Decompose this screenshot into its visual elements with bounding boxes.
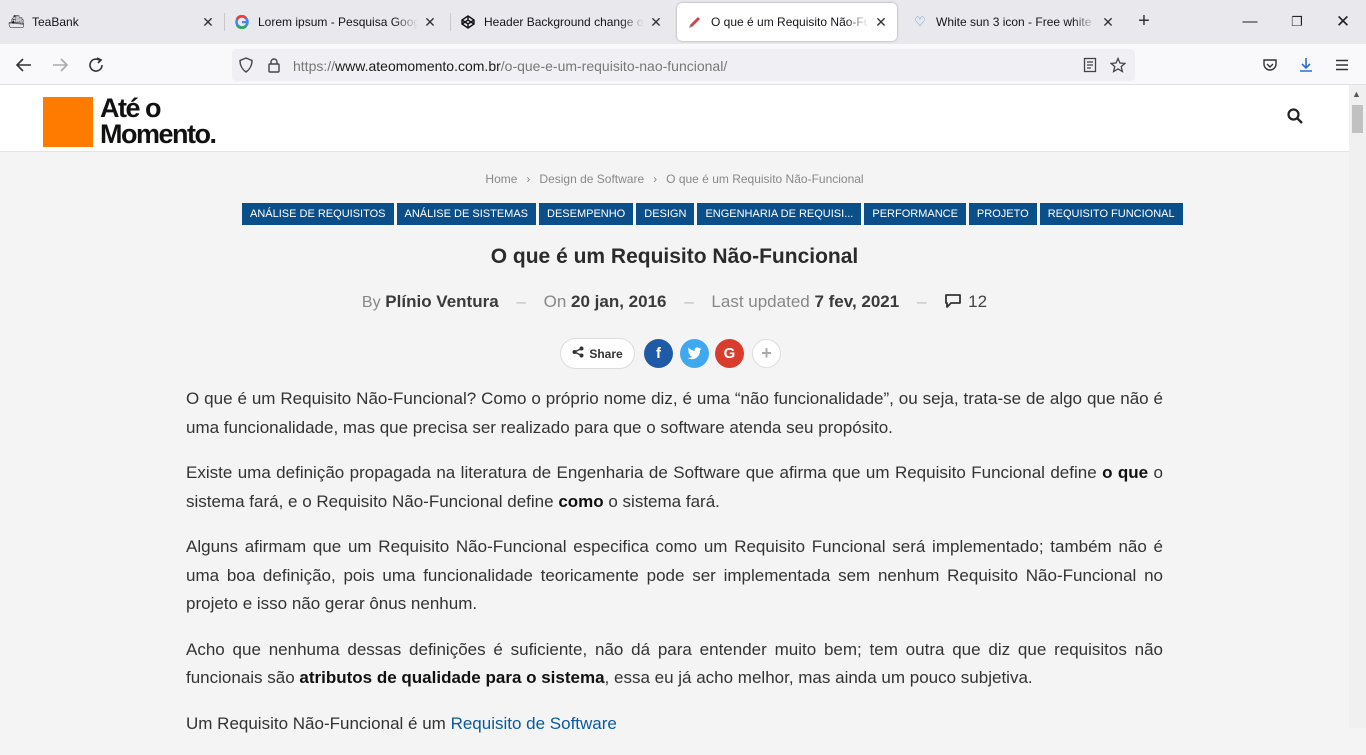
minimize-icon[interactable]: — (1240, 12, 1260, 32)
chevron-right-icon: › (653, 172, 658, 186)
paragraph: Um Requisito Não-Funcional é um Requisit… (186, 710, 1163, 739)
chevron-right-icon: › (526, 172, 531, 186)
window-close-icon[interactable]: ✕ (1333, 12, 1353, 32)
tab-title: O que é um Requisito Não-Func (711, 15, 869, 29)
site-header: Até o Momento. (0, 85, 1349, 152)
breadcrumb: Home › Design de Software › O que é um Requi… (0, 172, 1349, 186)
category-tags: ANÁLISE DE REQUISITOS ANÁLISE DE SISTEMA… (242, 203, 1183, 225)
updated-date: 7 fev, 2021 (814, 292, 900, 311)
paragraph: Alguns afirmam que um Requisito Não-Func… (186, 537, 1163, 613)
google-plus-icon[interactable]: G (715, 339, 744, 368)
tab-title: Lorem ipsum - Pesquisa Google (258, 15, 418, 29)
pocket-icon[interactable] (1258, 53, 1282, 77)
bookmark-star-icon[interactable] (1109, 56, 1127, 73)
google-icon (234, 14, 250, 30)
tab-active-article[interactable]: O que é um Requisito Não-Func ✕ (677, 3, 897, 41)
tab-white-sun-icon[interactable]: ♡ White sun 3 icon - Free white su ✕ (912, 0, 1116, 44)
forward-icon[interactable] (48, 53, 72, 77)
tab-title: Header Background change on (484, 15, 644, 29)
tab-title: White sun 3 icon - Free white su (936, 15, 1096, 29)
close-icon[interactable]: ✕ (200, 14, 216, 30)
category-tag[interactable]: PROJETO (968, 203, 1037, 225)
url-text[interactable]: https://www.ateomomento.com.br/o-que-e-u… (293, 58, 727, 74)
page-title: O que é um Requisito Não-Funcional (490, 245, 859, 268)
more-share-icon[interactable]: + (752, 339, 781, 368)
logo-mark[interactable] (43, 97, 93, 147)
scroll-up-icon[interactable]: ▲ (1352, 89, 1361, 99)
tab-google-search[interactable]: Lorem ipsum - Pesquisa Google ✕ (234, 0, 438, 44)
category-tag[interactable]: ENGENHARIA DE REQUISI... (697, 203, 862, 225)
restore-icon[interactable]: ❐ (1287, 12, 1307, 32)
site-icon (687, 14, 703, 30)
facebook-icon[interactable]: f (644, 339, 673, 368)
close-icon[interactable]: ✕ (1100, 14, 1116, 30)
reader-view-icon[interactable] (1082, 57, 1098, 73)
author-link[interactable]: Plínio Ventura (385, 292, 498, 311)
updated-label: Last updated (711, 292, 810, 311)
page-scrollbar[interactable]: ▲ (1349, 85, 1366, 728)
category-tag[interactable]: ANÁLISE DE SISTEMAS (396, 203, 536, 225)
url-scheme: https:// (293, 58, 336, 74)
logo-line2: Momento. (100, 119, 217, 149)
breadcrumb-category[interactable]: Design de Software (539, 172, 644, 186)
by-label: By (361, 294, 381, 311)
tab-bar: ⛴ TeaBank ✕ Lorem ipsum - Pesquisa Googl… (0, 0, 1366, 44)
text-run: Um Requisito Não-Funcional é um (186, 713, 451, 733)
share-icon (572, 346, 584, 361)
codepen-icon (460, 14, 476, 30)
new-tab-button[interactable]: + (1134, 11, 1154, 32)
back-icon[interactable] (12, 53, 36, 77)
text-bold: como (558, 491, 604, 511)
downloads-icon[interactable] (1294, 53, 1318, 77)
category-tag[interactable]: REQUISITO FUNCIONAL (1039, 203, 1183, 225)
close-icon[interactable]: ✕ (422, 14, 438, 30)
share-button[interactable]: Share (560, 338, 635, 369)
category-tag[interactable]: DESIGN (636, 203, 695, 225)
breadcrumb-home[interactable]: Home (485, 172, 517, 186)
url-host: www.ateomomento.com.br (335, 58, 501, 74)
software-requirement-link[interactable]: Requisito de Software (451, 714, 617, 733)
comments-count[interactable]: 12 (968, 292, 987, 311)
scrollbar-thumb[interactable] (1352, 105, 1363, 133)
text-run: o sistema fará. (603, 491, 720, 511)
on-label: On (543, 292, 567, 311)
category-tag[interactable]: DESEMPENHO (539, 203, 634, 225)
text-run: Existe uma definição propagada na litera… (186, 463, 1103, 482)
publish-date: 20 jan, 2016 (571, 292, 667, 311)
text-bold: atributos de qualidade para o sistema (299, 668, 605, 687)
article-body: O que é um Requisito Não-Funcional? Como… (186, 385, 1163, 755)
logo-text[interactable]: Até o Momento. (100, 93, 217, 149)
category-tag[interactable]: PERFORMANCE (864, 203, 966, 225)
comments-icon[interactable] (944, 293, 962, 314)
paragraph: Acho que nenhuma dessas definições é suf… (186, 636, 1163, 693)
breadcrumb-current: O que é um Requisito Não-Funcional (666, 172, 864, 186)
paragraph: O que é um Requisito Não-Funcional? Como… (186, 389, 1163, 437)
url-path: /o-que-e-um-requisito-nao-funcional/ (500, 58, 728, 74)
twitter-icon[interactable] (680, 339, 709, 368)
ship-icon: ⛴ (7, 14, 25, 29)
tab-title: TeaBank (32, 15, 79, 29)
post-meta: By Plínio Ventura – On 20 jan, 2016 – La… (0, 292, 1349, 314)
tab-codepen[interactable]: Header Background change on ✕ (460, 0, 664, 44)
text-run: , essa eu já acho melhor, mas ainda um p… (604, 668, 1033, 687)
category-tag[interactable]: ANÁLISE DE REQUISITOS (242, 203, 394, 225)
search-icon[interactable] (1286, 107, 1306, 127)
navigation-toolbar: https://www.ateomomento.com.br/o-que-e-u… (0, 44, 1366, 85)
shield-icon[interactable] (238, 57, 254, 73)
address-bar[interactable]: https://www.ateomomento.com.br/o-que-e-u… (232, 49, 1135, 81)
logo-line1: Até o (100, 93, 161, 123)
menu-icon[interactable] (1330, 53, 1354, 77)
lock-icon[interactable] (266, 57, 282, 73)
reload-icon[interactable] (84, 53, 108, 77)
close-icon[interactable]: ✕ (648, 14, 664, 30)
tab-teabank[interactable]: ⛴ TeaBank ✕ (8, 0, 216, 44)
paragraph: Existe uma definição propagada na litera… (186, 459, 1163, 516)
close-icon[interactable]: ✕ (873, 14, 889, 30)
share-label: Share (589, 346, 623, 361)
heart-icon: ♡ (914, 14, 926, 29)
text-bold: o que (1102, 463, 1149, 482)
